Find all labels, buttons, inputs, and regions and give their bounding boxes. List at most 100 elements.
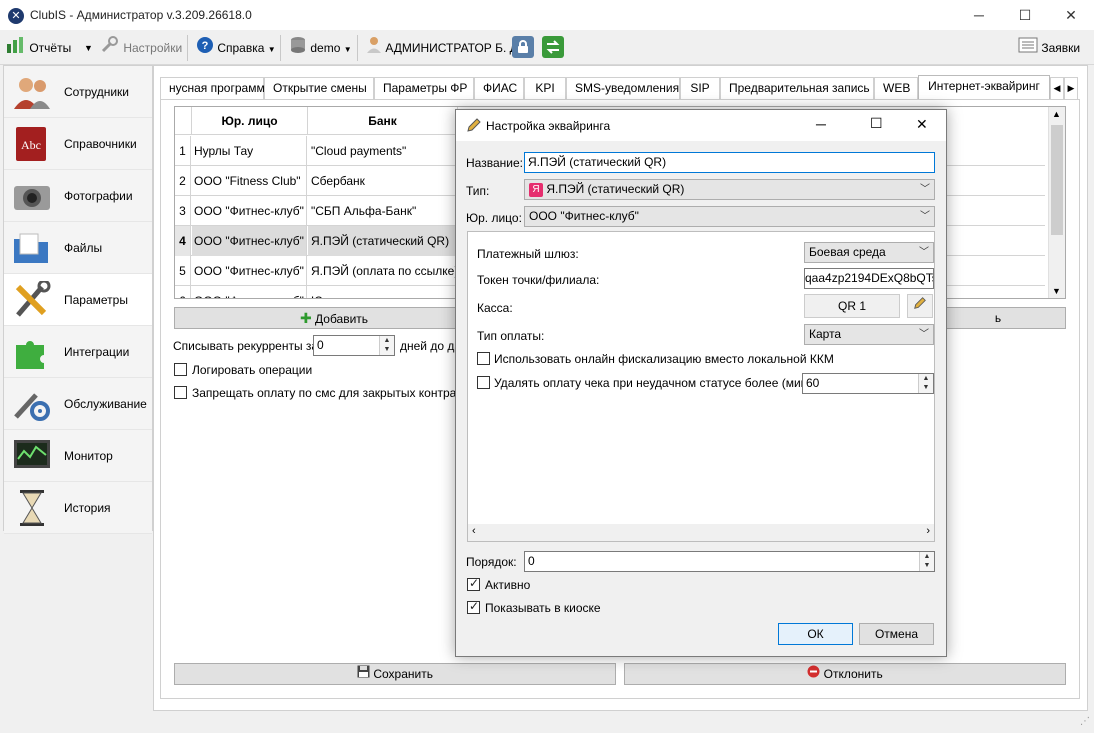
tab-sip[interactable]: SIP [680, 77, 720, 99]
tab-internet-acquiring[interactable]: Интернет-эквайринг [918, 75, 1050, 99]
resize-grip-icon[interactable]: ⋰ [1080, 716, 1090, 727]
online-fiscal-label: Использовать онлайн фискализацию вместо … [494, 352, 834, 366]
add-button[interactable]: ✚ Добавить [174, 307, 494, 329]
dialog-title: Настройка эквайринга [486, 119, 611, 133]
dialog-maximize-button[interactable]: ☐ [870, 115, 883, 132]
tab-fias[interactable]: ФИАС [474, 77, 524, 99]
forbid-sms-checkbox[interactable] [174, 386, 187, 399]
order-label: Порядок: [466, 555, 517, 569]
user-icon [366, 36, 382, 62]
database-label: demo [310, 41, 341, 56]
switch-user-button[interactable] [542, 36, 564, 58]
type-label: Тип: [466, 184, 490, 198]
sidebar-item-history[interactable]: История [4, 482, 152, 534]
scrollbar-thumb[interactable] [1051, 125, 1063, 235]
panel-horizontal-scrollbar[interactable]: ‹ › [468, 524, 934, 541]
online-fiscal-checkbox[interactable] [477, 352, 490, 365]
requests-button[interactable]: Заявки [1018, 36, 1080, 60]
recurrent-spinner[interactable]: ▲ ▼ [379, 336, 394, 355]
name-input[interactable]: Я.ПЭЙ (статический QR) [524, 152, 935, 173]
tab-preregistration[interactable]: Предварительная запись [720, 77, 874, 99]
app-icon: ✕ [8, 8, 24, 24]
entity-label: Юр. лицо: [466, 211, 522, 225]
tab-web[interactable]: WEB [874, 77, 918, 99]
hourglass-icon [12, 489, 52, 527]
toolbar: Отчёты ▼ Настройки ? Справка ▼ demo ▼ АД… [0, 31, 1094, 65]
entity-column-header[interactable]: Юр. лицо [192, 107, 308, 135]
plus-icon: ✚ [299, 310, 312, 326]
kiosk-checkbox[interactable] [467, 599, 480, 614]
requests-label: Заявки [1041, 41, 1081, 55]
scroll-up-arrow[interactable]: ▲ [1052, 109, 1061, 119]
tab-scroll-right[interactable]: ▶ [1064, 77, 1078, 99]
sidebar-item-maintenance[interactable]: Обслуживание [4, 378, 152, 430]
scroll-right-arrow[interactable]: › [926, 525, 930, 537]
gateway-select[interactable]: Боевая среда ﹀ [804, 242, 934, 263]
folder-icon [12, 229, 52, 267]
sidebar-item-directories[interactable]: Abc Справочники [4, 118, 152, 170]
delete-payment-checkbox[interactable] [477, 376, 490, 389]
tab-bonus-program[interactable]: нусная программа [160, 77, 271, 99]
scroll-down-arrow[interactable]: ▼ [1052, 286, 1061, 296]
user-label: АДМИНИСТРАТОР Б. Д. [385, 41, 522, 56]
log-operations-checkbox[interactable] [174, 363, 187, 376]
edit-button-partial[interactable]: ь [930, 307, 1066, 329]
title-bar: ✕ ClubIS - Администратор v.3.209.26618.0… [0, 0, 1094, 31]
save-button[interactable]: Сохранить [174, 663, 616, 685]
database-button[interactable]: demo ▼ [289, 36, 352, 60]
sidebar-item-files[interactable]: Файлы [4, 222, 152, 274]
dialog-close-button[interactable]: ✕ [916, 116, 928, 133]
cancel-button[interactable]: Отмена [859, 623, 934, 645]
delete-minutes-input[interactable]: 60 ▲ ▼ [802, 373, 934, 394]
name-label: Название: [466, 156, 523, 170]
order-input[interactable]: 0 ▲ ▼ [524, 551, 935, 572]
lock-button[interactable] [512, 36, 534, 58]
dialog-minimize-button[interactable]: ─ [816, 116, 826, 132]
floppy-icon [357, 665, 373, 681]
delete-minutes-spinner[interactable]: ▲ ▼ [918, 374, 933, 393]
sidebar: Сотрудники Abc Справочники Фотографии Фа… [3, 65, 153, 534]
user-button[interactable]: АДМИНИСТРАТОР Б. Д. [366, 36, 521, 60]
bank-column-header[interactable]: Банк [308, 107, 458, 135]
people-icon [12, 73, 52, 111]
recurrent-label: Списывать рекурренты за [173, 339, 319, 353]
tab-shift-open[interactable]: Открытие смены [264, 77, 374, 99]
sidebar-item-photos[interactable]: Фотографии [4, 170, 152, 222]
active-checkbox[interactable] [467, 576, 480, 591]
sidebar-item-integrations[interactable]: Интеграции [4, 326, 152, 378]
order-spinner[interactable]: ▲ ▼ [919, 552, 934, 571]
help-icon: ? [196, 36, 214, 62]
kiosk-label: Показывать в киоске [485, 601, 601, 615]
camera-icon [12, 177, 52, 215]
recurrent-days-input[interactable]: 0 ▲ ▼ [313, 335, 395, 356]
maximize-button[interactable]: ☐ [1002, 0, 1048, 31]
token-input[interactable]: qaa4zp2194DExQ8bQTsqf [804, 268, 934, 289]
table-vertical-scrollbar[interactable]: ▲ ▼ [1048, 107, 1065, 298]
kassa-field[interactable]: QR 1 [804, 294, 900, 318]
type-select[interactable]: Я Я.ПЭЙ (статический QR) ﹀ [524, 179, 935, 200]
tab-scroll-left[interactable]: ◀ [1050, 77, 1064, 99]
chevron-down-icon: ﹀ [920, 211, 930, 222]
help-button[interactable]: ? Справка ▼ [196, 36, 276, 60]
sidebar-item-parameters[interactable]: Параметры [4, 274, 152, 326]
close-button[interactable]: ✕ [1048, 0, 1094, 31]
reject-button[interactable]: Отклонить [624, 663, 1066, 685]
kassa-edit-button[interactable] [907, 294, 933, 318]
yapay-logo-icon: Я [529, 182, 543, 197]
paytype-select[interactable]: Карта ﹀ [804, 324, 934, 345]
entity-select[interactable]: ООО "Фитнес-клуб" ﹀ [524, 206, 935, 227]
cancel-icon [807, 665, 823, 681]
wrench-gear-icon [12, 385, 52, 423]
ok-button[interactable]: ОК [778, 623, 853, 645]
sidebar-item-monitor[interactable]: Монитор [4, 430, 152, 482]
minimize-button[interactable]: ─ [956, 0, 1002, 31]
settings-button[interactable]: Настройки [100, 36, 182, 60]
tab-sms[interactable]: SMS-уведомления [566, 77, 680, 99]
sidebar-item-employees[interactable]: Сотрудники [4, 66, 152, 118]
scroll-left-arrow[interactable]: ‹ [472, 525, 476, 537]
toolbar-separator [280, 35, 281, 61]
reports-dropdown-arrow[interactable]: ▼ [84, 36, 93, 60]
reports-button[interactable]: Отчёты [6, 36, 71, 60]
tab-fr-params[interactable]: Параметры ФР [374, 77, 474, 99]
tab-kpi[interactable]: KPI [524, 77, 566, 99]
